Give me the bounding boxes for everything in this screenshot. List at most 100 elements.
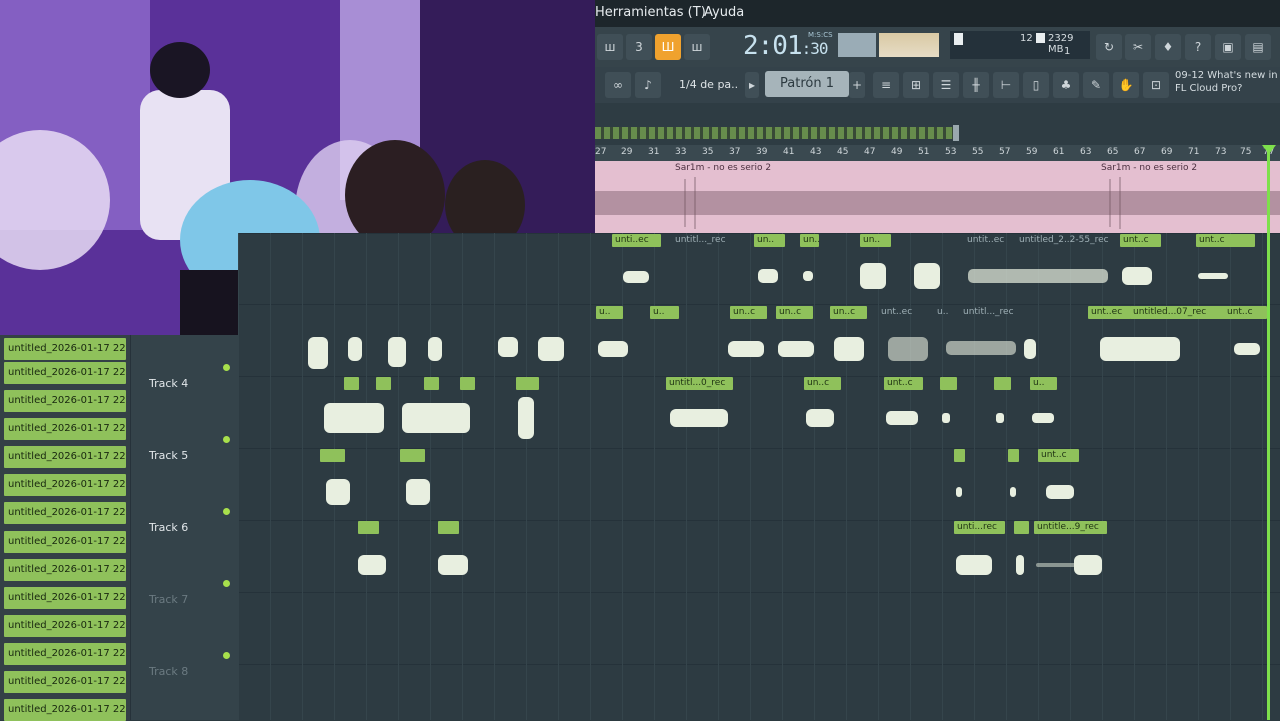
bar-number: 55 — [972, 147, 984, 157]
browser-file-item[interactable]: untitled_2026-01-17 22... — [4, 418, 126, 440]
bar-number: 51 — [918, 147, 930, 157]
news-date: 09-12 — [1175, 70, 1205, 81]
save-icon[interactable]: ▣ — [1215, 34, 1241, 60]
bar-number: 73 — [1215, 147, 1227, 157]
bar-number: 27 — [595, 147, 607, 157]
bar-number: 31 — [648, 147, 660, 157]
channel-rack-icon[interactable]: ☰ — [933, 72, 959, 98]
oscilloscope — [838, 33, 876, 57]
bar-number: 65 — [1107, 147, 1119, 157]
mixer-icon[interactable]: ╫ — [963, 72, 989, 98]
project-icon[interactable]: ▯ — [1023, 72, 1049, 98]
audio-clip-label[interactable]: Sar1m - no es serio 2 — [1101, 163, 1197, 173]
browser-file-item[interactable]: untitled_2026-01-17 22... — [4, 502, 126, 524]
bar-number: 39 — [756, 147, 768, 157]
playlist-icon[interactable]: ≡ — [873, 72, 899, 98]
record-mode-icon[interactable]: Ш — [655, 34, 681, 60]
timeline-ruler[interactable]: 27 29 31 33 35 37 39 41 43 45 47 49 51 5… — [595, 145, 1280, 161]
pattern-selector[interactable]: Patrón 1 — [765, 71, 849, 97]
browser-file-item[interactable]: untitled_2026-01-17 22... — [4, 362, 126, 384]
help-icon[interactable]: ? — [1185, 34, 1211, 60]
bar-number: 43 — [810, 147, 822, 157]
track-mute-led[interactable] — [223, 652, 230, 659]
browser-file-item[interactable]: untitled_2026-01-17 22... — [4, 474, 126, 496]
loop-record-icon[interactable]: ш — [684, 34, 710, 60]
hand-icon[interactable]: ✋ — [1113, 72, 1139, 98]
metronome-icon[interactable]: ♪ — [635, 72, 661, 98]
volume-meter[interactable] — [879, 33, 939, 57]
overview-clips — [595, 127, 955, 139]
bar-number: 61 — [1053, 147, 1065, 157]
browser-file-item[interactable]: untitled_2026-01-17 22... — [4, 446, 126, 468]
audio-clip-label[interactable]: Sar1m - no es serio 2 — [675, 163, 771, 173]
bar-number: 75 — [1240, 147, 1252, 157]
bar-number: 45 — [837, 147, 849, 157]
browser-file-item[interactable]: untitled_2026-01-17 22... — [4, 587, 126, 609]
browser-file-item[interactable]: untitled_2026-01-17 22... — [4, 559, 126, 581]
typing-keyboard-icon[interactable]: ш — [597, 34, 623, 60]
bar-number: 71 — [1188, 147, 1200, 157]
bar-number: 47 — [864, 147, 876, 157]
cpu-value: 12 — [1020, 33, 1033, 44]
transport-toolbar: ш 3 Ш ш 2:01:30 M:S:CS 12 2329 MB 1 ↻ ✂ … — [595, 27, 1280, 68]
browser-file-item[interactable]: untitled_2026-01-17 22... — [4, 338, 126, 360]
track-mute-led[interactable] — [223, 436, 230, 443]
track-name[interactable]: Track 7 — [149, 593, 188, 606]
track-mute-led[interactable] — [223, 508, 230, 515]
track-mute-led[interactable] — [223, 364, 230, 371]
audio-waveform — [595, 177, 1280, 229]
snap-selector[interactable]: 1/4 de pa.. — [679, 73, 741, 97]
link-icon[interactable]: ∞ — [605, 72, 631, 98]
browser-file-item[interactable]: untitled_2026-01-17 22... — [4, 531, 126, 553]
menu-help[interactable]: Ayuda — [704, 5, 744, 20]
playlist-lanes[interactable]: unti..ec untitl..._rec un.. un.. un.. un… — [238, 233, 1280, 720]
piano-roll-icon[interactable]: ⊞ — [903, 72, 929, 98]
clip-waveforms — [308, 263, 1260, 575]
browser-file-item[interactable]: untitled_2026-01-17 22... — [4, 615, 126, 637]
track-mute-led[interactable] — [223, 580, 230, 587]
bar-number: 37 — [729, 147, 741, 157]
shop-icon[interactable]: ⊡ — [1143, 72, 1169, 98]
bar-number: 63 — [1080, 147, 1092, 157]
undo-icon[interactable]: ↻ — [1096, 34, 1122, 60]
track-name[interactable]: Track 8 — [149, 665, 188, 678]
track-name[interactable]: Track 4 — [149, 377, 188, 390]
tools-toolbar: ∞ ♪ 1/4 de pa.. ▸ Patrón 1 + ≡ ⊞ ☰ ╫ ⊢ ▯… — [595, 67, 1280, 103]
plugin-icon[interactable]: ♣ — [1053, 72, 1079, 98]
bar-number: 69 — [1161, 147, 1173, 157]
playhead[interactable] — [1267, 145, 1270, 720]
playlist-overview[interactable] — [595, 103, 1280, 145]
overview-scroll-handle[interactable] — [953, 125, 959, 141]
browser-file-item[interactable]: untitled_2026-01-17 22... — [4, 671, 126, 693]
news-panel[interactable]: 09-12 What's new in FL Cloud Pro? — [1175, 69, 1280, 95]
track-name[interactable]: Track 6 — [149, 521, 188, 534]
browser-panel: untitled_2026-01-17 22... untitled_2026-… — [0, 335, 130, 721]
menu-tools[interactable]: Herramientas (T) — [595, 5, 706, 20]
browser-file-item[interactable]: untitled_2026-01-17 22... — [4, 699, 126, 721]
step-edit-icon[interactable]: 3 — [626, 34, 652, 60]
bar-number: 59 — [1026, 147, 1038, 157]
pattern-prev-icon[interactable]: ▸ — [745, 72, 759, 98]
browser-icon[interactable]: ⊢ — [993, 72, 1019, 98]
brush-icon[interactable]: ✎ — [1083, 72, 1109, 98]
microphone-icon[interactable]: ♦ — [1155, 34, 1181, 60]
bar-number: 41 — [783, 147, 795, 157]
track-name[interactable]: Track 5 — [149, 449, 188, 462]
bar-number: 53 — [945, 147, 957, 157]
render-icon[interactable]: ▤ — [1245, 34, 1271, 60]
bar-number: 67 — [1134, 147, 1146, 157]
cpu-memory-panel: 12 2329 MB 1 — [950, 31, 1090, 59]
clock-format-label: M:S:CS — [808, 31, 833, 39]
browser-file-item[interactable]: untitled_2026-01-17 22... — [4, 390, 126, 412]
cut-icon[interactable]: ✂ — [1125, 34, 1151, 60]
browser-file-item[interactable]: untitled_2026-01-17 22... — [4, 643, 126, 665]
playhead-marker-icon[interactable] — [1262, 145, 1276, 154]
bar-number: 49 — [891, 147, 903, 157]
bar-number: 29 — [621, 147, 633, 157]
track-headers: Track 4 Track 5 Track 6 Track 7 Track 8 — [130, 335, 239, 720]
audio-clip-track[interactable]: Sar1m - no es serio 2 Sar1m - no es seri… — [595, 161, 1280, 233]
bar-number: 33 — [675, 147, 687, 157]
bar-number: 35 — [702, 147, 714, 157]
voices-value: 1 — [1064, 46, 1071, 57]
add-pattern-icon[interactable]: + — [849, 72, 865, 98]
